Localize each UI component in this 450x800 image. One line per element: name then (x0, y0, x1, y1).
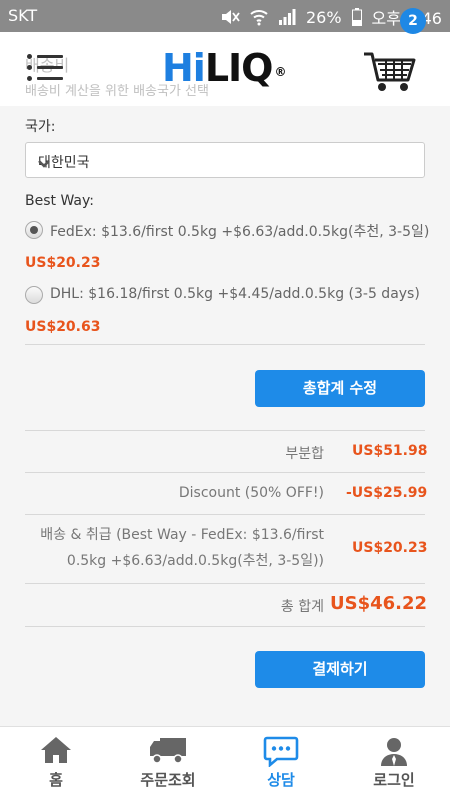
divider (25, 430, 425, 431)
hiliq-logo[interactable]: HiLIQ ® (162, 44, 286, 92)
discount-label: Discount (50% OFF!) (178, 485, 324, 501)
dhl-radio[interactable] (25, 286, 43, 304)
cart-icon (362, 52, 418, 98)
divider (25, 514, 425, 515)
divider (25, 472, 425, 473)
nav-item-login[interactable]: 로그인 (338, 727, 450, 800)
divider (25, 626, 425, 627)
chevron-down-icon (38, 156, 410, 172)
signal-icon (278, 8, 296, 26)
shipping-cost-label: 배송 & 취급 (Best Way - FedEx: $13.6/first 0… (34, 522, 324, 574)
checkout-button[interactable]: 결제하기 (255, 651, 425, 688)
subtotal-label: 부분합 (285, 446, 324, 462)
nav-item-home[interactable]: 홈 (0, 727, 112, 800)
shipping-method-label: Best Way: (25, 193, 94, 209)
carrier-label: SKT (8, 6, 38, 25)
mute-icon (220, 8, 240, 26)
logo-liq: LIQ (204, 46, 274, 90)
shipping-cost-label-line2: 0.5kg +$6.63/add.0.5kg(추천, 3-5일)) (66, 553, 324, 569)
truck-icon (148, 735, 188, 769)
app-header: 배송비 배송비 계산을 위한 배송국가 선택 HiLIQ® 2 (0, 8, 450, 106)
divider (25, 583, 425, 584)
country-select[interactable]: 대한민국 (25, 142, 425, 178)
shipping-cost-value: US$20.23 (352, 540, 428, 556)
fedex-option-label[interactable]: FedEx: $13.6/first 0.5kg +$6.63/add.0.5k… (50, 221, 429, 241)
nav-item-label: 상담 (267, 771, 295, 789)
wifi-icon (250, 8, 268, 26)
battery-label: 26% (305, 7, 342, 27)
subtotal-value: US$51.98 (352, 443, 428, 459)
home-icon (39, 735, 73, 769)
user-icon (379, 735, 409, 771)
divider (25, 344, 425, 345)
fedex-price: US$20.23 (25, 255, 101, 271)
nav-item-chat[interactable]: 상담 (225, 727, 337, 800)
shipping-cost-label-line1: 배송 & 취급 (Best Way - FedEx: $13.6/first (40, 527, 324, 543)
chat-icon (263, 735, 299, 771)
cart-count-badge: 2 (400, 8, 426, 34)
grand-total-label: 총 합계 (280, 599, 324, 615)
nav-item-label: 로그인 (373, 771, 415, 789)
discount-value: -US$25.99 (346, 485, 428, 501)
nav-item-label: 홈 (49, 771, 63, 789)
country-label: 국가: (25, 119, 56, 135)
nav-item-label: 주문조회 (140, 771, 196, 789)
nav-item-orders[interactable]: 주문조회 (112, 727, 224, 800)
update-total-button[interactable]: 총합계 수정 (255, 370, 425, 407)
battery-icon (351, 8, 362, 26)
grand-total-value: US$46.22 (330, 593, 428, 614)
menu-button[interactable] (25, 52, 65, 86)
cart-button[interactable] (362, 48, 418, 94)
status-bar: SKT 26% 오후 2:46 (0, 0, 450, 32)
bottom-nav: 홈 주문조회 상담 로그인 (0, 726, 450, 800)
logo-registered: ® (274, 65, 286, 79)
dhl-option-label[interactable]: DHL: $16.18/first 0.5kg +$4.45/add.0.5kg… (50, 286, 420, 302)
logo-hi: Hi (162, 46, 206, 90)
fedex-radio[interactable] (25, 221, 43, 239)
dhl-price: US$20.63 (25, 319, 101, 335)
